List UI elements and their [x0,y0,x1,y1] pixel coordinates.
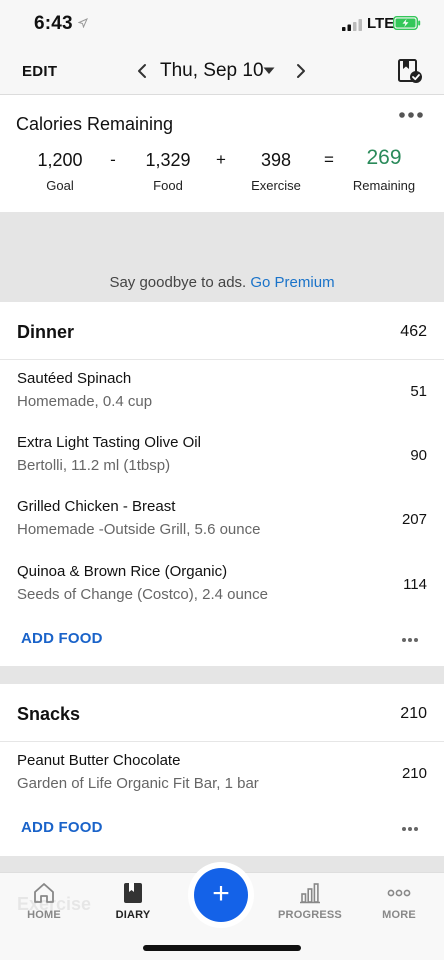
minus-operator: - [110,150,116,169]
add-food-button[interactable]: ADD FOOD [21,630,103,647]
tab-progress[interactable]: PROGRESS [270,873,350,933]
ad-text: Say goodbye to ads. [109,274,247,291]
food-calories: 114 [403,576,427,593]
network-type: LTE [367,15,395,32]
caret-down-icon[interactable] [263,67,275,75]
quick-add-button[interactable]: + [194,868,248,922]
section-calorie-total: 462 [400,323,427,340]
food-calories: 207 [401,511,427,528]
dinner-add-food-row: ADD FOOD [0,616,444,666]
battery-charging-icon [393,16,421,30]
dinner-header[interactable]: Dinner 462 [0,302,444,360]
diary-icon [124,883,142,903]
food-entry[interactable]: Extra Light Tasting Olive Oil Bertolli, … [0,424,444,488]
location-arrow-icon [78,18,88,28]
food-name: Peanut Butter Chocolate [17,752,181,769]
food-calories: 210 [401,765,427,782]
tab-label: HOME [27,909,61,921]
diary-header: EDIT Thu, Sep 10 [0,48,444,95]
diary-complete-icon[interactable] [397,58,423,84]
chevron-left-icon[interactable] [133,60,151,82]
food-entry[interactable]: Sautéed Spinach Homemade, 0.4 cup 51 [0,360,444,424]
chevron-right-icon[interactable] [292,60,310,82]
remaining-label: Remaining [352,178,416,193]
ad-banner: Say goodbye to ads. Go Premium [0,212,444,302]
food-name: Quinoa & Brown Rice (Organic) [17,563,228,580]
calories-remaining-card[interactable]: Calories Remaining 1,200 Goal - 1,329 Fo… [0,96,444,212]
food-value: 1,329 [145,150,191,170]
plus-operator: + [216,150,226,169]
more-icon [387,889,411,897]
tab-more[interactable]: MORE [359,873,439,933]
tab-label: MORE [382,909,416,921]
status-time: 6:43 [34,13,73,34]
section-calorie-total: 210 [400,705,427,722]
calories-title: Calories Remaining [16,114,174,134]
food-description: Homemade -Outside Grill, 5.6 ounce [17,521,261,538]
edit-button[interactable]: EDIT [22,63,57,80]
food-calories: 90 [410,447,427,464]
more-options-icon[interactable] [398,110,424,120]
more-options-icon[interactable] [401,826,419,832]
food-entry[interactable]: Quinoa & Brown Rice (Organic) Seeds of C… [0,553,444,617]
plus-icon: + [212,877,230,910]
go-premium-link[interactable]: Go Premium [250,274,334,291]
more-options-icon[interactable] [401,637,419,643]
signal-icon [342,19,362,31]
exercise-label: Exercise [251,178,301,193]
snacks-header[interactable]: Snacks 210 [0,684,444,742]
food-description: Bertolli, 11.2 ml (1tbsp) [17,457,171,474]
food-entry[interactable]: Grilled Chicken - Breast Homemade -Outsi… [0,488,444,552]
diary-screen: 6:43 LTE EDIT Thu, Sep 10 Calories Remai… [0,0,444,960]
home-indicator[interactable] [143,945,301,951]
home-icon [34,883,54,903]
section-title: Snacks [17,704,81,724]
tab-home[interactable]: HOME [4,873,84,933]
food-description: Homemade, 0.4 cup [17,393,153,410]
food-label: Food [153,178,183,193]
snacks-add-food-row: ADD FOOD [0,805,444,855]
food-name: Sautéed Spinach [17,370,132,387]
tab-label: DIARY [115,909,151,921]
snacks-section: Snacks 210 Peanut Butter Chocolate Garde… [0,684,444,856]
tab-label: PROGRESS [278,909,342,921]
food-name: Extra Light Tasting Olive Oil [17,434,201,451]
exercise-value: 398 [260,150,292,170]
progress-icon [300,883,320,904]
add-food-button[interactable]: ADD FOOD [21,819,103,836]
section-divider [0,666,444,684]
food-calories: 51 [410,383,427,400]
goal-value: 1,200 [37,150,83,170]
food-description: Seeds of Change (Costco), 2.4 ounce [17,586,268,603]
remaining-value: 269 [366,146,402,169]
tab-diary[interactable]: DIARY [93,873,173,933]
date-selector[interactable]: Thu, Sep 10 [160,60,264,82]
equals-operator: = [324,150,334,169]
dinner-section: Dinner 462 Sautéed Spinach Homemade, 0.4… [0,302,444,666]
food-name: Grilled Chicken - Breast [17,498,176,515]
goal-label: Goal [46,178,74,193]
food-description: Garden of Life Organic Fit Bar, 1 bar [17,775,259,792]
section-title: Dinner [17,322,75,342]
status-bar: 6:43 LTE [0,0,444,48]
ad-message: Say goodbye to ads. Go Premium [0,274,444,291]
food-entry[interactable]: Peanut Butter Chocolate Garden of Life O… [0,742,444,806]
